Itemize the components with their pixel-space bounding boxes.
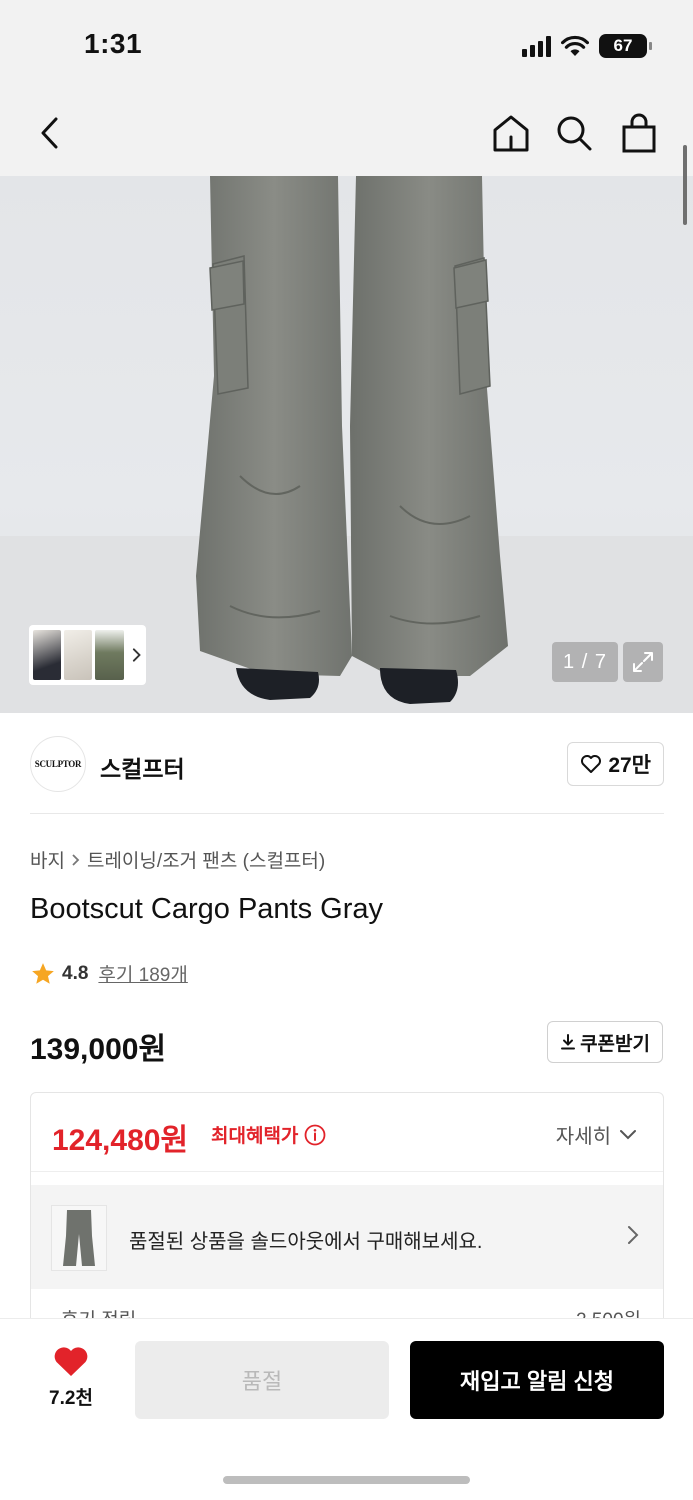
- home-button[interactable]: [486, 108, 536, 158]
- scroll-indicator: [683, 145, 687, 225]
- benefit-box: 124,480원 최대혜택가 자세히 품절된 상품을 솔드아웃에서 구매해보세요…: [30, 1092, 664, 1332]
- search-button[interactable]: [549, 108, 599, 158]
- battery-icon: 67: [599, 34, 652, 58]
- thumbnail-image: [95, 630, 124, 680]
- star-icon: [32, 962, 54, 984]
- status-icons: 67: [522, 32, 652, 60]
- rating-row[interactable]: 4.8 후기 189개: [30, 960, 188, 987]
- cart-button[interactable]: [614, 108, 664, 158]
- look-thumbnail-strip[interactable]: [29, 625, 146, 685]
- max-benefit-price: 124,480원: [52, 1124, 189, 1157]
- soldout-promo-banner[interactable]: 품절된 상품을 솔드아웃에서 구매해보세요.: [31, 1185, 663, 1289]
- heart-filled-icon: [54, 1347, 88, 1376]
- search-icon: [557, 116, 592, 151]
- chevron-right-icon: [628, 1226, 639, 1244]
- brand-like-count: 27만: [608, 754, 651, 777]
- info-icon[interactable]: [304, 1124, 326, 1146]
- soldout-promo-text: 품절된 상품을 솔드아웃에서 구매해보세요.: [129, 1231, 483, 1253]
- status-bar: 1:31 67: [0, 0, 693, 90]
- review-count-link[interactable]: 후기 189개: [98, 960, 187, 987]
- breadcrumb: 바지 트레이닝/조거 팬츠 (스컬프터): [30, 846, 325, 873]
- benefit-detail-toggle[interactable]: 자세히: [556, 1120, 637, 1149]
- expand-image-button[interactable]: [623, 642, 663, 682]
- chevron-down-icon: [620, 1129, 636, 1139]
- favorite-count: 7.2천: [49, 1388, 93, 1409]
- thumbnail-image: [64, 630, 93, 680]
- breadcrumb-item-pants[interactable]: 바지: [30, 846, 65, 873]
- status-time: 1:31: [84, 28, 143, 59]
- favorite-button[interactable]: 7.2천: [40, 1345, 102, 1415]
- wifi-icon: [561, 35, 589, 56]
- bottom-action-bar: 7.2천 품절 재입고 알림 신청: [0, 1318, 693, 1500]
- chevron-right-icon: [72, 853, 80, 866]
- max-benefit-label: 최대혜택가: [211, 1121, 326, 1148]
- brand-name[interactable]: 스컬프터: [100, 750, 185, 784]
- home-icon: [493, 115, 529, 152]
- heart-outline-icon: [581, 755, 602, 773]
- rating-score: 4.8: [62, 962, 89, 984]
- divider: [30, 813, 664, 814]
- download-icon: [561, 1034, 576, 1050]
- max-benefit-row[interactable]: 124,480원 최대혜택가 자세히: [31, 1093, 663, 1171]
- coupon-download-button[interactable]: 쿠폰받기: [547, 1021, 663, 1063]
- product-image-gallery[interactable]: 1 / 7: [0, 176, 693, 713]
- divider: [31, 1171, 663, 1172]
- back-button[interactable]: [25, 108, 75, 158]
- coupon-label: 쿠폰받기: [580, 1033, 650, 1055]
- brand-row[interactable]: SCULPTOR 스컬프터 27만: [30, 736, 664, 794]
- chevron-left-icon: [41, 117, 58, 149]
- breadcrumb-item-category[interactable]: 트레이닝/조거 팬츠 (스컬프터): [87, 846, 325, 873]
- max-benefit-label-text: 최대혜택가: [211, 1126, 299, 1147]
- expand-icon: [633, 652, 653, 672]
- product-price: 139,000원: [30, 1033, 167, 1066]
- home-indicator: [223, 1476, 470, 1484]
- top-nav-bar: [0, 90, 693, 176]
- image-counter: 1 / 7: [552, 642, 618, 682]
- product-title: Bootscut Cargo Pants Gray: [30, 893, 383, 925]
- soldout-product-thumbnail: [51, 1205, 107, 1271]
- brand-logo[interactable]: SCULPTOR: [30, 736, 86, 792]
- cellular-signal-icon: [522, 35, 551, 57]
- chevron-right-icon: [132, 648, 141, 662]
- soldout-button: 품절: [135, 1341, 389, 1419]
- shopping-bag-icon: [622, 113, 656, 153]
- benefit-detail-label: 자세히: [555, 1126, 611, 1148]
- restock-alert-button[interactable]: 재입고 알림 신청: [410, 1341, 664, 1419]
- brand-like-button[interactable]: 27만: [567, 742, 664, 786]
- thumbnail-image: [33, 630, 62, 680]
